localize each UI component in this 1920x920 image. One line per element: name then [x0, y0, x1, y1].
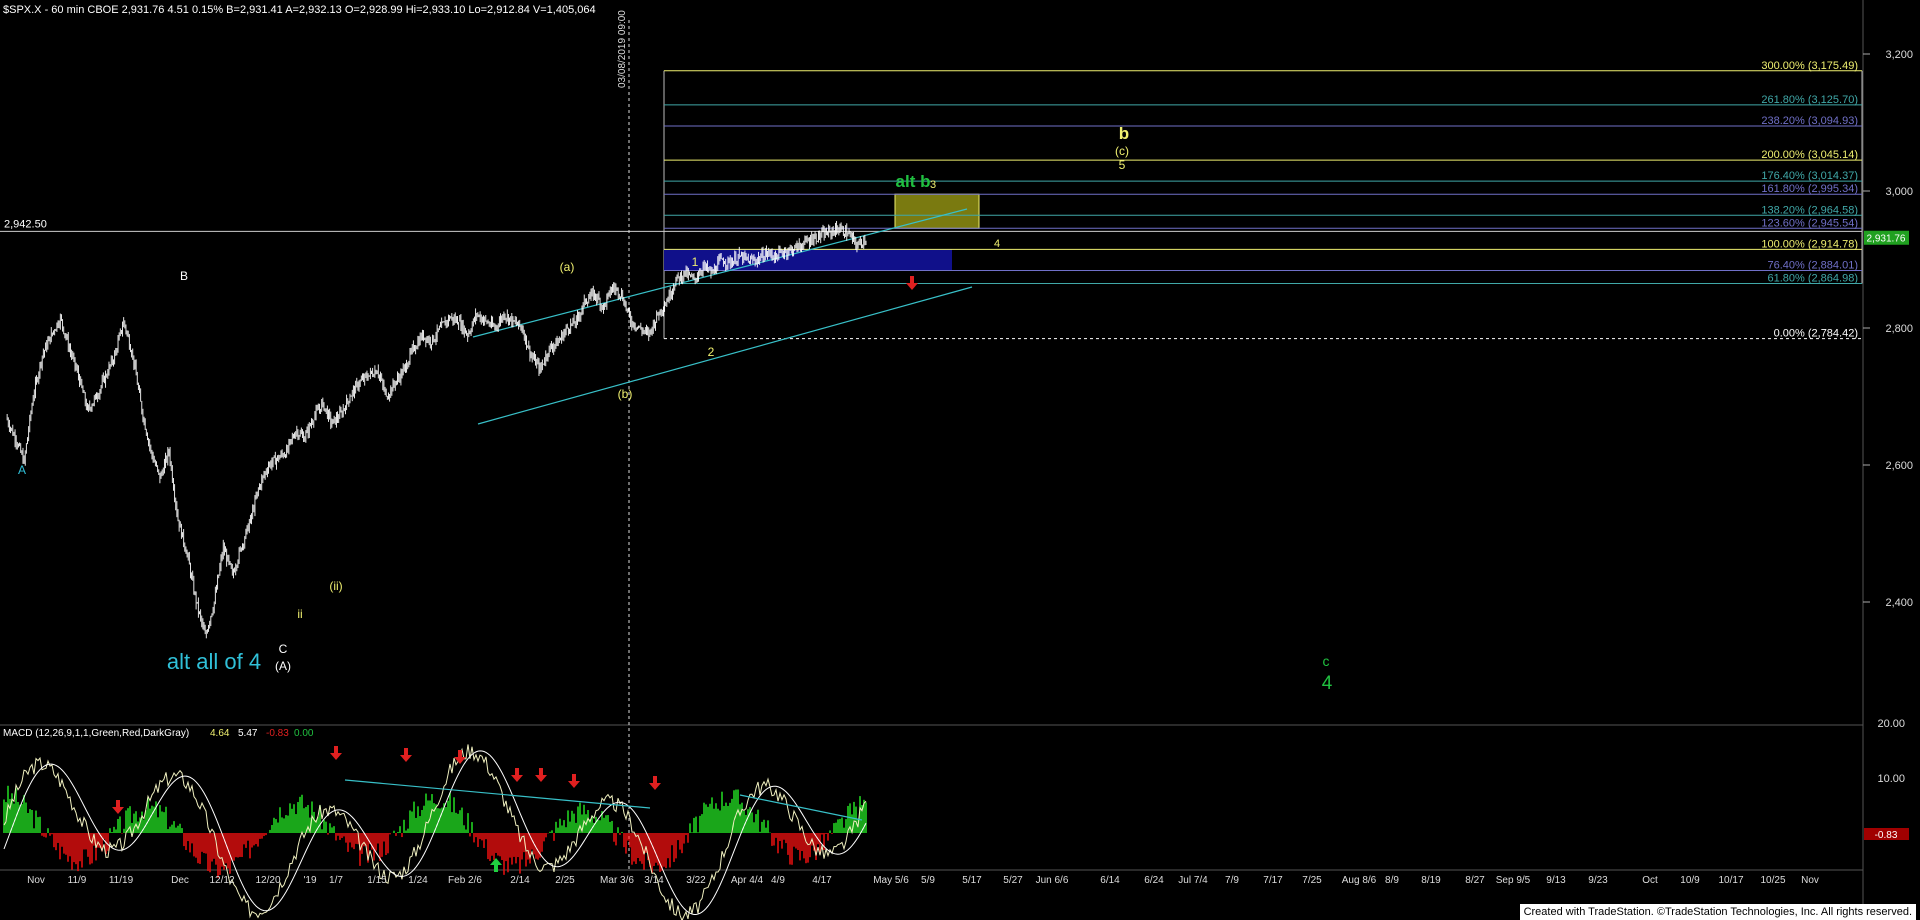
wave-label: (a)	[560, 260, 575, 274]
time-axis-label: 4/9	[771, 875, 785, 886]
wave-label: (ii)	[329, 579, 342, 593]
wave-label: A	[18, 463, 26, 477]
macd-value: 0.00	[294, 728, 314, 739]
time-axis-label: 9/13	[1546, 875, 1566, 886]
macd-value: 5.47	[238, 728, 258, 739]
time-axis-label: 4/17	[812, 875, 832, 886]
time-axis-label: Mar 3/6	[600, 875, 634, 886]
chart-header: $SPX.X - 60 min CBOE 2,931.76 4.51 0.15%…	[3, 4, 596, 16]
time-axis-label: Sep 9/5	[1496, 875, 1531, 886]
time-axis-label: 12/12	[209, 875, 234, 886]
time-axis-label: '19	[303, 875, 316, 886]
price-tick-label: 3,000	[1885, 186, 1913, 198]
fib-level-label: 200.00% (3,045.14)	[1761, 149, 1858, 161]
wave-label: 3	[930, 179, 936, 191]
last-price-label: 2,931.76	[1867, 234, 1906, 245]
macd-value: 4.64	[210, 728, 230, 739]
macd-axis-label: 20.00	[1877, 718, 1905, 730]
fib-level-label: 76.40% (2,884.01)	[1767, 259, 1858, 271]
footer-credit: Created with TradeStation. ©TradeStation…	[1519, 904, 1916, 920]
wave-label: alt b	[896, 172, 931, 191]
fib-level-label: 100.00% (2,914.78)	[1761, 238, 1858, 250]
wave-label: c	[1323, 653, 1330, 669]
wave-label: B	[180, 269, 188, 283]
wave-label: C	[279, 642, 288, 656]
date-marker-label: 03/08/2019 09:00	[617, 10, 628, 88]
wave-label: (A)	[275, 659, 291, 673]
fib-level-label: 238.20% (3,094.93)	[1761, 115, 1858, 127]
time-axis-label: 8/9	[1385, 875, 1399, 886]
wave-label: 4	[994, 238, 1000, 250]
time-axis-label: 3/14	[644, 875, 664, 886]
time-axis-label: 10/25	[1760, 875, 1785, 886]
time-axis-label: Jul 7/4	[1178, 875, 1208, 886]
wave-label: b	[1119, 124, 1129, 143]
time-axis-label: 12/20	[255, 875, 280, 886]
fib-level-label: 176.40% (3,014.37)	[1761, 170, 1858, 182]
price-tick-label: 2,400	[1885, 597, 1913, 609]
time-axis-label: 9/23	[1588, 875, 1608, 886]
time-axis-label: 10/9	[1680, 875, 1700, 886]
time-axis-label: 6/14	[1100, 875, 1120, 886]
time-axis-label: 5/27	[1003, 875, 1023, 886]
time-axis-label: 7/25	[1302, 875, 1322, 886]
target-box-yellow	[894, 193, 980, 229]
time-axis-label: May 5/6	[873, 875, 909, 886]
macd-last-label: -0.83	[1875, 830, 1898, 841]
chart-background	[0, 0, 1920, 920]
price-tick-label: 2,600	[1885, 460, 1913, 472]
price-tick-label: 3,200	[1885, 49, 1913, 61]
time-axis-label: 5/9	[921, 875, 935, 886]
time-axis-label: Dec	[171, 875, 189, 886]
time-axis-label: 8/27	[1465, 875, 1485, 886]
time-axis-label: 5/17	[962, 875, 982, 886]
time-axis-label: Apr 4/4	[731, 875, 764, 886]
fib-level-label: 0.00% (2,784.42)	[1774, 328, 1858, 340]
time-axis-label: 1/15	[367, 875, 387, 886]
time-axis-label: Oct	[1642, 875, 1658, 886]
price-tick-label: 2,800	[1885, 323, 1913, 335]
reference-line-label: 2,942.50	[4, 218, 47, 230]
wave-label: (b)	[618, 387, 633, 401]
macd-title: MACD (12,26,9,1,1,Green,Red,DarkGray)	[3, 728, 189, 739]
macd-value: -0.83	[266, 728, 289, 739]
time-axis-label: 11/9	[68, 875, 87, 886]
time-axis-label: 10/17	[1718, 875, 1743, 886]
time-axis-label: Nov	[1801, 875, 1819, 886]
wave-label: (c)	[1115, 144, 1129, 158]
time-axis-label: 2/25	[555, 875, 575, 886]
time-axis-label: 2/14	[510, 875, 530, 886]
fib-level-label: 161.80% (2,995.34)	[1761, 183, 1858, 195]
wave-label: 5	[1119, 158, 1126, 172]
time-axis-label: 1/24	[408, 875, 428, 886]
fib-level-label: 138.20% (2,964.58)	[1761, 204, 1858, 216]
wave-label: 2	[708, 345, 715, 359]
time-axis-label: 1/7	[329, 875, 343, 886]
wave-label: 4	[1322, 673, 1333, 694]
time-axis-label: Jun 6/6	[1036, 875, 1069, 886]
time-axis-label: Aug 8/6	[1342, 875, 1377, 886]
time-axis-label: 11/19	[109, 875, 134, 886]
wave-label: alt all of 4	[167, 649, 261, 674]
price-chart[interactable]: $SPX.X - 60 min CBOE 2,931.76 4.51 0.15%…	[0, 0, 1920, 920]
fib-level-label: 123.60% (2,945.54)	[1761, 217, 1858, 229]
time-axis-label: Nov	[27, 875, 45, 886]
time-axis-label: Feb 2/6	[448, 875, 482, 886]
time-axis-label: 7/9	[1225, 875, 1239, 886]
macd-axis-label: 10.00	[1877, 773, 1905, 785]
fib-level-label: 61.80% (2,864.98)	[1767, 272, 1858, 284]
wave-label: ii	[297, 607, 302, 621]
fib-level-label: 300.00% (3,175.49)	[1761, 60, 1858, 72]
wave-label: 1	[692, 255, 699, 269]
time-axis-label: 8/19	[1421, 875, 1441, 886]
time-axis-label: 7/17	[1263, 875, 1283, 886]
fib-level-label: 261.80% (3,125.70)	[1761, 94, 1858, 106]
time-axis-label: 6/24	[1144, 875, 1164, 886]
time-axis-label: 3/22	[686, 875, 706, 886]
